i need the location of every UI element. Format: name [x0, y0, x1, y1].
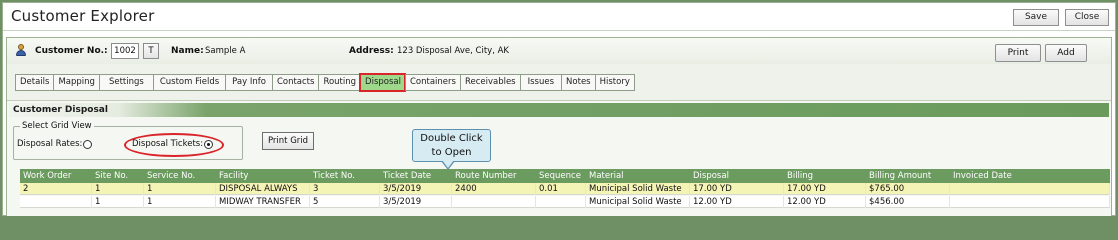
t-button[interactable]: T: [143, 43, 159, 59]
cell-billing-amount: $765.00: [866, 183, 950, 195]
tab-routing[interactable]: Routing: [318, 74, 361, 91]
customer-name: Sample A: [205, 46, 246, 56]
cell-billing-amount: $456.00: [866, 196, 950, 208]
print-button[interactable]: Print: [995, 44, 1041, 62]
col-invoiced-date[interactable]: Invoiced Date: [950, 169, 1110, 183]
col-disposal[interactable]: Disposal: [690, 169, 784, 183]
cell-facility: MIDWAY TRANSFER: [216, 196, 310, 208]
table-row[interactable]: 2 1 1 DISPOSAL ALWAYS 3 3/5/2019 2400 0.…: [20, 183, 1110, 195]
tab-contacts[interactable]: Contacts: [271, 74, 319, 91]
disposal-rates-label: Disposal Rates:: [17, 139, 83, 149]
col-work-order[interactable]: Work Order: [20, 169, 92, 183]
col-ticket-date[interactable]: Ticket Date: [380, 169, 452, 183]
cell-disposal: 12.00 YD: [690, 196, 784, 208]
tab-mapping[interactable]: Mapping: [53, 74, 99, 91]
cell-invoiced-date: [950, 196, 1110, 208]
tab-custom-fields[interactable]: Custom Fields: [152, 74, 226, 91]
cell-material: Municipal Solid Waste: [586, 196, 690, 208]
cell-work-order: [20, 196, 92, 208]
cell-service-no: 1: [144, 196, 216, 208]
customer-explorer-window: Customer Explorer Save Close Customer No…: [2, 2, 1116, 216]
tab-containers[interactable]: Containers: [404, 74, 460, 91]
cell-sequence: [536, 196, 586, 208]
address-label: Address:: [349, 46, 394, 56]
tab-bar: Details Mapping Settings Custom Fields P…: [15, 73, 635, 92]
customer-number-label: Customer No.:: [35, 46, 108, 56]
cell-ticket-no: 5: [310, 196, 380, 208]
col-billing-amount[interactable]: Billing Amount: [866, 169, 950, 183]
customer-number-field[interactable]: 1002: [111, 43, 139, 59]
grid-view-legend: Select Grid View: [20, 121, 94, 131]
cell-site-no: 1: [92, 196, 144, 208]
window-title: Customer Explorer: [11, 7, 155, 25]
cell-work-order: 2: [20, 183, 92, 195]
cell-billing: 12.00 YD: [784, 196, 866, 208]
disposal-rates-radio[interactable]: [83, 140, 92, 149]
col-ticket-no[interactable]: Ticket No.: [310, 169, 380, 183]
close-button[interactable]: Close: [1065, 9, 1109, 26]
cell-service-no: 1: [144, 183, 216, 195]
cell-billing: 17.00 YD: [784, 183, 866, 195]
col-billing[interactable]: Billing: [784, 169, 866, 183]
tab-settings[interactable]: Settings: [98, 74, 153, 91]
cell-facility: DISPOSAL ALWAYS: [216, 183, 310, 195]
title-bar: Customer Explorer Save Close: [3, 3, 1115, 31]
tab-issues[interactable]: Issues: [519, 74, 562, 91]
tab-history[interactable]: History: [594, 74, 635, 91]
callout-line-2: to Open: [431, 147, 472, 158]
print-grid-button[interactable]: Print Grid: [262, 132, 314, 150]
callout-line-1: Double Click: [420, 133, 483, 144]
save-button[interactable]: Save: [1013, 9, 1059, 26]
double-click-callout: Double Click to Open: [412, 129, 491, 162]
cell-site-no: 1: [92, 183, 144, 195]
add-button[interactable]: Add: [1045, 44, 1087, 62]
cell-invoiced-date: [950, 183, 1110, 195]
grid-view-group: Select Grid View Disposal Rates: Disposa…: [13, 121, 243, 160]
cell-ticket-no: 3: [310, 183, 380, 195]
tab-details[interactable]: Details: [15, 74, 54, 91]
cell-ticket-date: 3/5/2019: [380, 196, 452, 208]
tab-notes[interactable]: Notes: [561, 74, 595, 91]
cell-disposal: 17.00 YD: [690, 183, 784, 195]
col-route-number[interactable]: Route Number: [452, 169, 536, 183]
tab-pay-info[interactable]: Pay Info: [225, 74, 272, 91]
cell-route-number: [452, 196, 536, 208]
tickets-highlight-ellipse: [124, 133, 224, 157]
cell-material: Municipal Solid Waste: [586, 183, 690, 195]
tab-receivables[interactable]: Receivables: [459, 74, 520, 91]
cell-ticket-date: 3/5/2019: [380, 183, 452, 195]
customer-header: Customer No.: 1002 T Name: Sample A Addr…: [7, 38, 1111, 64]
grid-header: Work Order Site No. Service No. Facility…: [20, 169, 1110, 183]
cell-sequence: 0.01: [536, 183, 586, 195]
callout-pointer-fill: [442, 160, 454, 168]
cell-route-number: 2400: [452, 183, 536, 195]
col-service-no[interactable]: Service No.: [144, 169, 216, 183]
customer-address: 123 Disposal Ave, City, AK: [397, 46, 509, 56]
table-row[interactable]: 1 1 MIDWAY TRANSFER 5 3/5/2019 Municipal…: [20, 196, 1110, 208]
col-site-no[interactable]: Site No.: [92, 169, 144, 183]
col-sequence[interactable]: Sequence: [536, 169, 586, 183]
name-label: Name:: [171, 46, 204, 56]
col-facility[interactable]: Facility: [216, 169, 310, 183]
customer-icon: [15, 44, 27, 57]
section-header: Customer Disposal: [9, 103, 1109, 117]
col-material[interactable]: Material: [586, 169, 690, 183]
tab-disposal[interactable]: Disposal: [359, 73, 406, 92]
